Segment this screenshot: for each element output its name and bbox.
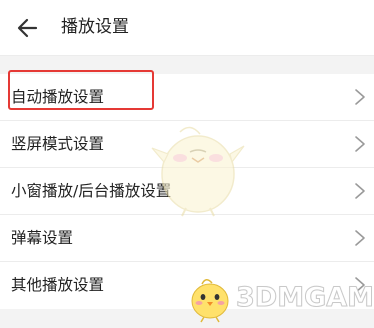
setting-label: 竖屏模式设置 (11, 135, 105, 153)
chevron-right-icon (354, 135, 366, 153)
setting-row-other[interactable]: 其他播放设置 (0, 262, 374, 309)
chevron-right-icon (354, 276, 366, 294)
setting-row-portrait-mode[interactable]: 竖屏模式设置 (0, 121, 374, 168)
page-title: 播放设置 (61, 17, 129, 37)
settings-list: 自动播放设置 竖屏模式设置 小窗播放/后台播放设置 弹幕设置 其他播放设置 (0, 74, 374, 309)
chevron-right-icon (354, 229, 366, 247)
chevron-right-icon (354, 88, 366, 106)
back-button[interactable] (14, 14, 42, 42)
arrow-left-icon (17, 18, 38, 38)
setting-label: 小窗播放/后台播放设置 (11, 182, 172, 200)
setting-row-danmaku[interactable]: 弹幕设置 (0, 215, 374, 262)
app-header: 播放设置 (0, 0, 374, 56)
setting-label: 弹幕设置 (11, 229, 74, 247)
setting-row-autoplay[interactable]: 自动播放设置 (0, 74, 374, 121)
chevron-right-icon (354, 182, 366, 200)
setting-label: 其他播放设置 (11, 276, 105, 294)
setting-label: 自动播放设置 (11, 88, 105, 106)
setting-row-mini-window[interactable]: 小窗播放/后台播放设置 (0, 168, 374, 215)
